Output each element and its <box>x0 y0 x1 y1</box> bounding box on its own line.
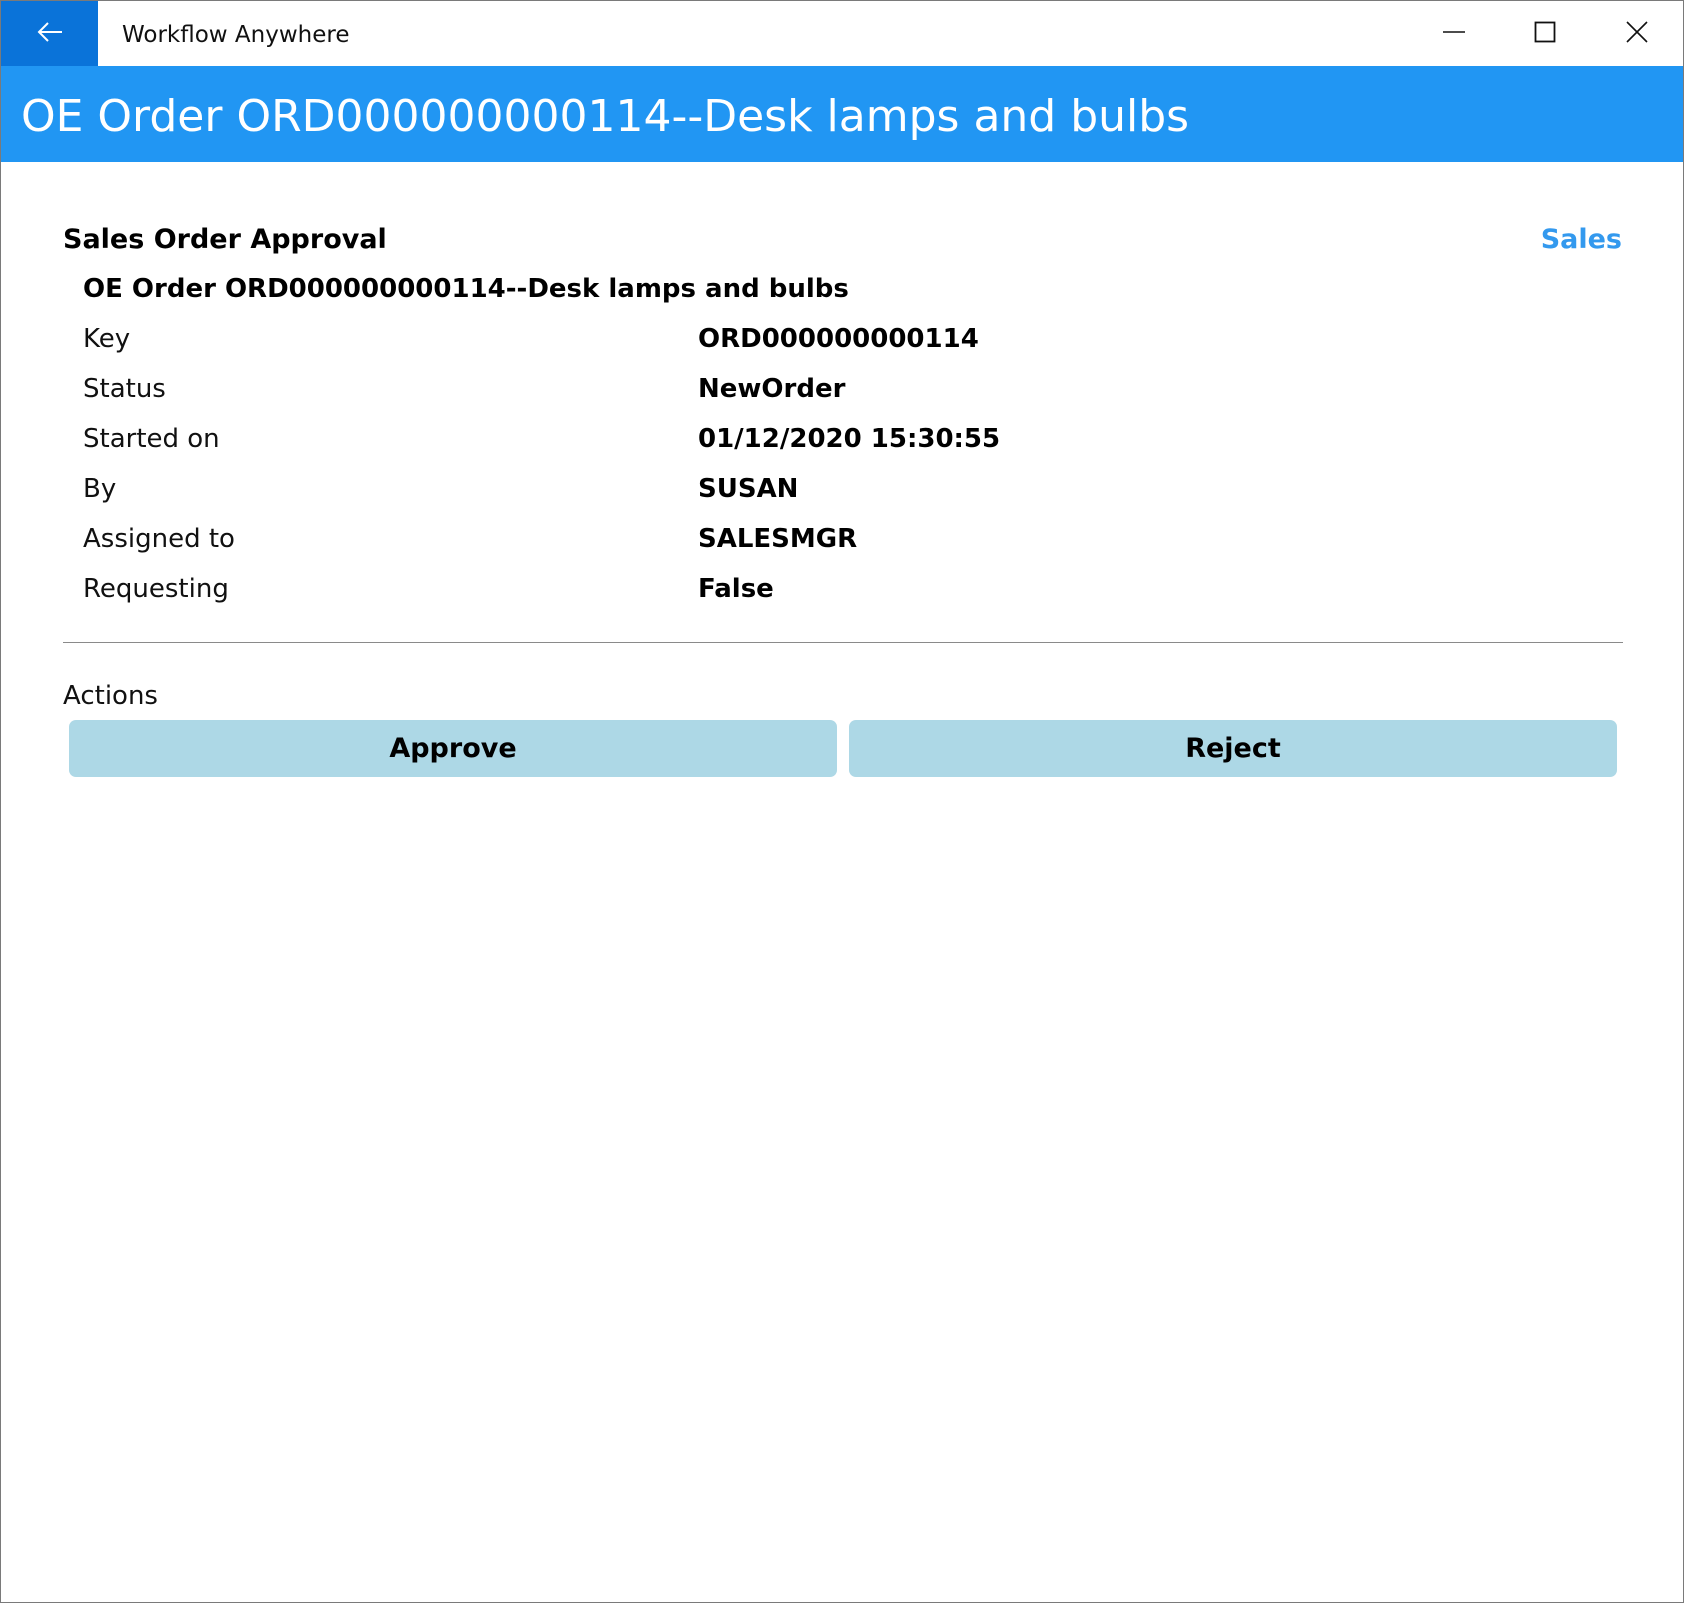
order-title: OE Order ORD000000000114--Desk lamps and… <box>83 274 849 304</box>
detail-value: False <box>698 574 774 604</box>
header-banner: OE Order ORD000000000114--Desk lamps and… <box>1 66 1683 162</box>
category-link[interactable]: Sales <box>1541 224 1622 255</box>
minimize-button[interactable] <box>1408 1 1500 66</box>
approve-button[interactable]: Approve <box>69 720 837 777</box>
back-button[interactable] <box>1 1 98 66</box>
actions-label: Actions <box>63 681 158 711</box>
maximize-icon <box>1534 21 1556 47</box>
detail-label: Started on <box>83 424 220 454</box>
detail-row-key: Key ORD000000000114 <box>83 324 1583 364</box>
close-icon <box>1626 20 1648 47</box>
detail-row-started-on: Started on 01/12/2020 15:30:55 <box>83 424 1583 464</box>
app-title: Workflow Anywhere <box>122 22 350 48</box>
detail-row-assigned-to: Assigned to SALESMGR <box>83 524 1583 564</box>
detail-label: Assigned to <box>83 524 235 554</box>
minimize-icon <box>1443 21 1465 47</box>
page-title: OE Order ORD000000000114--Desk lamps and… <box>21 91 1190 142</box>
detail-row-status: Status NewOrder <box>83 374 1583 414</box>
divider <box>63 642 1623 643</box>
detail-label: By <box>83 474 117 504</box>
detail-row-by: By SUSAN <box>83 474 1583 514</box>
detail-value: SALESMGR <box>698 524 858 554</box>
detail-row-requesting: Requesting False <box>83 574 1583 614</box>
detail-value: NewOrder <box>698 374 846 404</box>
reject-button[interactable]: Reject <box>849 720 1617 777</box>
title-bar: Workflow Anywhere <box>1 1 1683 66</box>
workflow-section-title: Sales Order Approval <box>63 224 387 255</box>
detail-label: Status <box>83 374 166 404</box>
detail-value: ORD000000000114 <box>698 324 979 354</box>
maximize-button[interactable] <box>1499 1 1591 66</box>
detail-label: Key <box>83 324 131 354</box>
detail-value: 01/12/2020 15:30:55 <box>698 424 1001 454</box>
close-button[interactable] <box>1591 1 1683 66</box>
app-window: Workflow Anywhere OE Order ORD0000000001… <box>0 0 1684 1603</box>
detail-value: SUSAN <box>698 474 799 504</box>
arrow-left-icon <box>37 21 63 47</box>
detail-label: Requesting <box>83 574 229 604</box>
